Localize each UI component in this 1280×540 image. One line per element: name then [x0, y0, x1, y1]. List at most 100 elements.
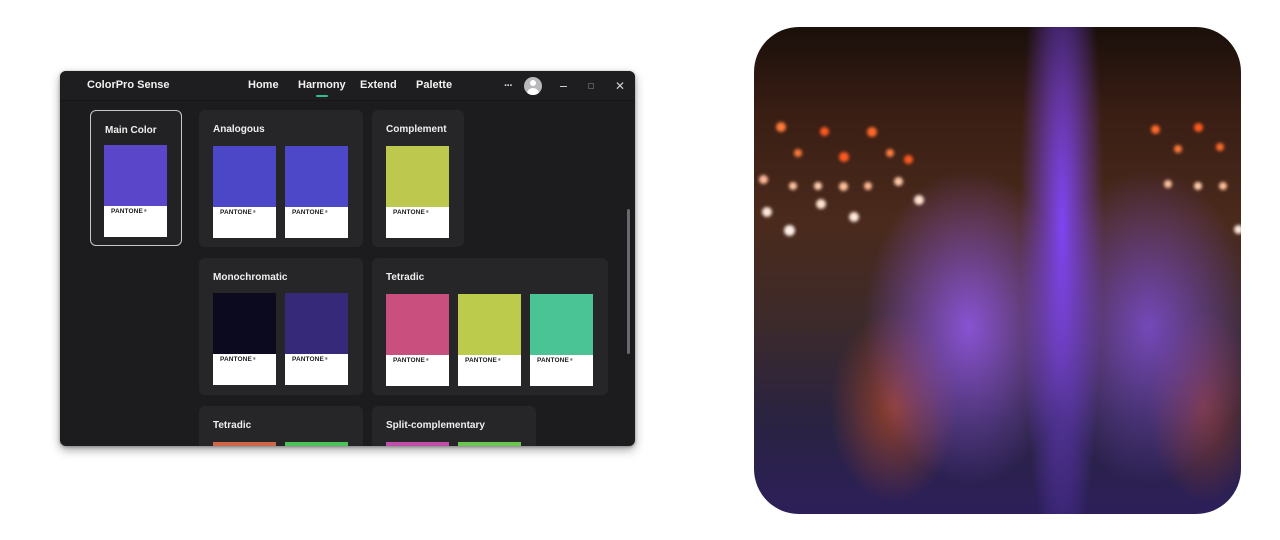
pantone-text: PANTONE — [220, 356, 252, 363]
swatch[interactable] — [458, 442, 521, 446]
card-tetradic: Tetradic PANTONE® PANTONE® PANTONE® — [372, 258, 608, 395]
tab-extend[interactable]: Extend — [360, 79, 397, 91]
bokeh-light — [839, 152, 849, 162]
bokeh-light — [864, 182, 872, 190]
bokeh-light — [904, 155, 913, 164]
maximize-glyph — [588, 83, 594, 89]
swatch-color — [386, 146, 449, 207]
registered-mark: ® — [497, 357, 501, 362]
app-window: ColorPro Sense Home Harmony Extend Palet… — [60, 71, 635, 446]
bokeh-light — [762, 207, 772, 217]
pantone-text: PANTONE — [292, 356, 324, 363]
tab-home-label: Home — [248, 79, 279, 91]
pantone-label: PANTONE® — [292, 356, 328, 363]
swatch[interactable]: PANTONE® — [386, 146, 449, 238]
pantone-label: PANTONE® — [537, 357, 573, 364]
bokeh-light — [1174, 145, 1182, 153]
swatch[interactable]: PANTONE® — [104, 145, 167, 237]
swatch-color — [213, 146, 276, 207]
pantone-text: PANTONE — [393, 209, 425, 216]
swatch[interactable]: PANTONE® — [458, 294, 521, 386]
bokeh-light — [839, 182, 848, 191]
tab-palette-label: Palette — [416, 79, 453, 91]
minimize-icon[interactable] — [556, 71, 570, 101]
swatch[interactable] — [213, 442, 276, 446]
tab-extend-label: Extend — [360, 79, 397, 91]
registered-mark: ® — [252, 356, 256, 361]
pantone-label: PANTONE® — [220, 209, 256, 216]
pantone-label: PANTONE® — [292, 209, 328, 216]
avatar-icon[interactable] — [524, 77, 542, 95]
maximize-icon[interactable] — [584, 71, 598, 101]
card-complement: Complement PANTONE® — [372, 110, 464, 247]
bokeh-light — [816, 199, 826, 209]
card-tetradic-secondary: Tetradic — [199, 406, 363, 446]
pantone-text: PANTONE — [111, 208, 143, 215]
bokeh-light — [794, 149, 802, 157]
close-icon[interactable]: ✕ — [612, 71, 628, 101]
swatch[interactable]: PANTONE® — [386, 294, 449, 386]
avatar-body — [527, 88, 539, 95]
registered-mark: ® — [425, 209, 429, 214]
registered-mark: ® — [425, 357, 429, 362]
scrollbar-thumb[interactable] — [627, 209, 630, 354]
swatch-color — [104, 145, 167, 206]
tab-harmony[interactable]: Harmony — [298, 79, 346, 97]
app-title: ColorPro Sense — [87, 79, 170, 91]
swatch-color — [458, 442, 521, 446]
photo-image — [754, 27, 1241, 514]
card-monochromatic: Monochromatic PANTONE® PANTONE® — [199, 258, 363, 395]
swatch-color — [530, 294, 593, 355]
pantone-label: PANTONE® — [111, 208, 147, 215]
more-icon[interactable]: ··· — [500, 71, 516, 101]
bokeh-light — [867, 127, 877, 137]
registered-mark: ® — [252, 209, 256, 214]
bokeh-light — [759, 175, 768, 184]
avatar-head — [530, 80, 536, 86]
bokeh-light — [1194, 123, 1203, 132]
bokeh-light — [1234, 225, 1241, 234]
swatch-color — [213, 293, 276, 354]
swatch[interactable] — [386, 442, 449, 446]
bokeh-light — [1219, 182, 1227, 190]
bokeh-light — [789, 182, 797, 190]
swatch[interactable]: PANTONE® — [213, 293, 276, 385]
harmony-content: Main Color PANTONE® Analogous PANTONE® P… — [60, 101, 635, 446]
swatch-color — [386, 294, 449, 355]
swatch[interactable]: PANTONE® — [285, 146, 348, 238]
bokeh-light — [886, 149, 894, 157]
bokeh-light — [914, 195, 924, 205]
bokeh-light — [814, 182, 822, 190]
tab-palette[interactable]: Palette — [416, 79, 452, 91]
minimize-glyph — [559, 85, 567, 87]
swatch-color — [213, 442, 276, 446]
card-title: Complement — [386, 124, 447, 135]
pantone-text: PANTONE — [292, 209, 324, 216]
swatch[interactable]: PANTONE® — [285, 293, 348, 385]
swatch-color — [386, 442, 449, 446]
registered-mark: ® — [324, 209, 328, 214]
swatch[interactable] — [285, 442, 348, 446]
card-title: Main Color — [105, 125, 157, 136]
vertical-scrollbar[interactable] — [627, 209, 630, 354]
bokeh-light — [820, 127, 829, 136]
registered-mark: ® — [569, 357, 573, 362]
pantone-label: PANTONE® — [393, 209, 429, 216]
bokeh-light — [1164, 180, 1172, 188]
card-split-complementary: Split-complementary — [372, 406, 536, 446]
pantone-text: PANTONE — [220, 209, 252, 216]
active-tab-indicator — [315, 95, 328, 97]
pantone-label: PANTONE® — [393, 357, 429, 364]
card-title: Monochromatic — [213, 272, 288, 283]
registered-mark: ® — [324, 356, 328, 361]
card-title: Analogous — [213, 124, 265, 135]
swatch[interactable]: PANTONE® — [530, 294, 593, 386]
swatch[interactable]: PANTONE® — [213, 146, 276, 238]
bokeh-light — [849, 212, 859, 222]
card-title: Split-complementary — [386, 420, 485, 431]
swatch-color — [285, 146, 348, 207]
tab-home[interactable]: Home — [248, 79, 279, 91]
pantone-text: PANTONE — [537, 357, 569, 364]
card-main-color[interactable]: Main Color PANTONE® — [90, 110, 182, 246]
card-analogous: Analogous PANTONE® PANTONE® — [199, 110, 363, 247]
